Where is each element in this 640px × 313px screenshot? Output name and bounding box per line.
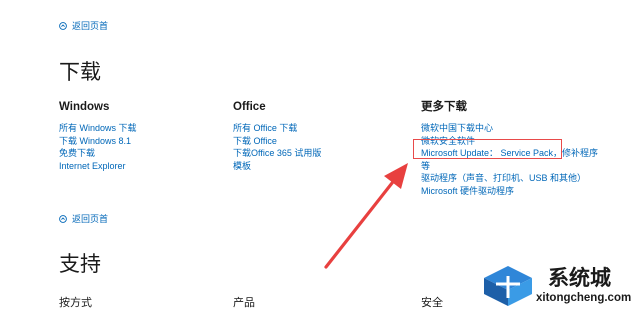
link-hardware-drivers[interactable]: Microsoft 硬件驱动程序 xyxy=(421,185,601,198)
back-to-top-link-2[interactable]: 返回页首 xyxy=(59,212,108,225)
windows-column: Windows 所有 Windows 下载 下载 Windows 8.1 免费下… xyxy=(59,100,137,172)
back-to-top-label: 返回页首 xyxy=(72,21,109,31)
link-templates[interactable]: 模板 xyxy=(233,160,321,173)
more-downloads-column: 更多下载 微软中国下载中心 微软安全软件 Microsoft Update： S… xyxy=(421,100,601,197)
back-to-top-label: 返回页首 xyxy=(72,214,109,224)
watermark-brand: 系统城 xyxy=(548,267,611,290)
back-to-top-link[interactable]: 返回页首 xyxy=(59,19,108,32)
link-free-downloads[interactable]: 免费下载 xyxy=(59,147,137,160)
link-microsoft-update[interactable]: Microsoft Update： Service Pack，修补程序等 xyxy=(421,147,601,172)
watermark-logo-icon xyxy=(484,266,532,306)
office-column: Office 所有 Office 下载 下载 Office 下载Office 3… xyxy=(233,100,321,172)
downloads-heading: 下载 xyxy=(59,61,101,84)
support-column-security[interactable]: 安全 xyxy=(421,294,443,310)
windows-column-title: Windows xyxy=(59,101,110,113)
link-all-office-downloads[interactable]: 所有 Office 下载 xyxy=(233,122,321,135)
arrow-up-circle-icon xyxy=(59,214,67,223)
support-column-by-method[interactable]: 按方式 xyxy=(59,294,92,310)
link-security-software[interactable]: 微软安全软件 xyxy=(421,135,601,148)
link-office-365-trial[interactable]: 下载Office 365 试用版 xyxy=(233,147,321,160)
arrow-up-circle-icon xyxy=(59,21,67,30)
link-all-windows-downloads[interactable]: 所有 Windows 下载 xyxy=(59,122,137,135)
link-download-office[interactable]: 下载 Office xyxy=(233,135,321,148)
more-downloads-column-title: 更多下载 xyxy=(421,101,467,113)
support-heading: 支持 xyxy=(59,253,101,276)
watermark-url: xitongcheng.com xyxy=(536,292,632,304)
office-column-title: Office xyxy=(233,101,266,113)
link-download-windows-8-1[interactable]: 下载 Windows 8.1 xyxy=(59,135,137,148)
link-internet-explorer[interactable]: Internet Explorer xyxy=(59,160,137,173)
link-drivers[interactable]: 驱动程序（声音、打印机、USB 和其他） xyxy=(421,172,601,185)
support-column-products[interactable]: 产品 xyxy=(233,294,255,310)
link-download-center[interactable]: 微软中国下载中心 xyxy=(421,122,601,135)
